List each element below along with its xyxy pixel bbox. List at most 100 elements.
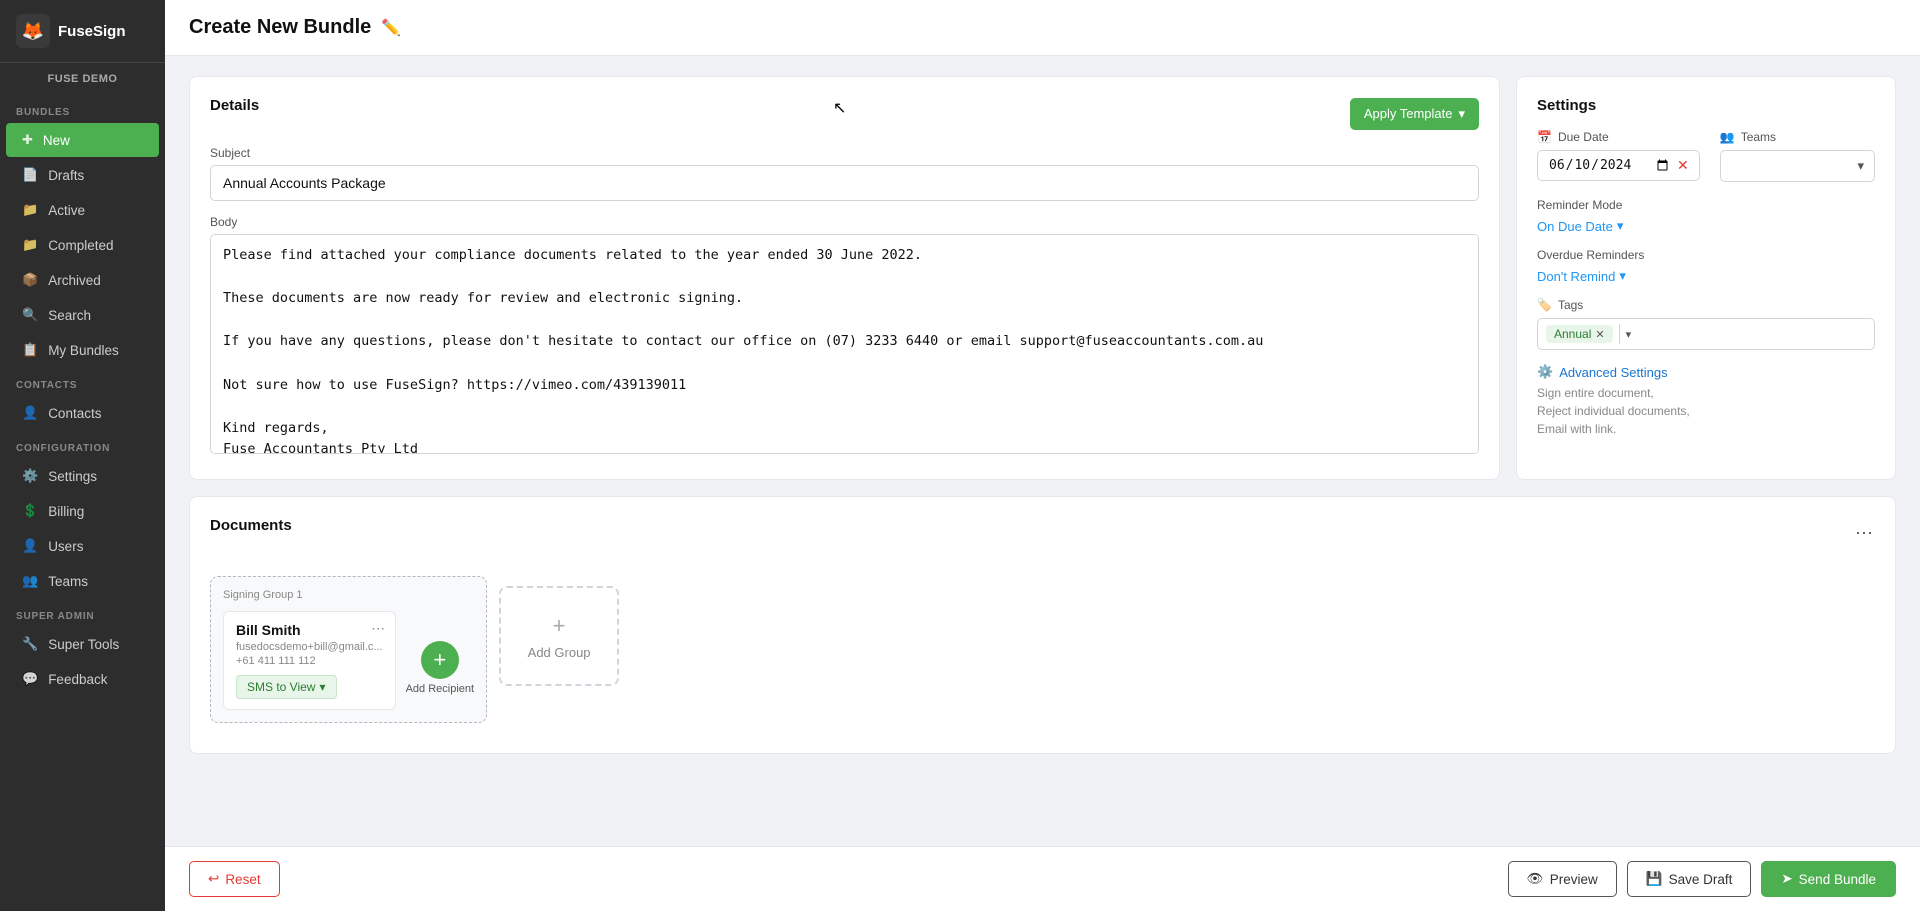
card-menu-button[interactable]: ⋯	[371, 620, 387, 637]
overdue-reminders-value: Don't Remind	[1537, 269, 1615, 284]
due-date-field: 📅 Due Date ✕	[1537, 130, 1700, 182]
body-label: Body	[210, 215, 1479, 229]
sidebar-label-teams: Teams	[48, 574, 88, 589]
overdue-reminders-field: Overdue Reminders Don't Remind ▾	[1537, 248, 1875, 284]
settings-row-1: 📅 Due Date ✕ 👥 Teams	[1537, 130, 1875, 182]
sidebar-item-contacts[interactable]: 👤Contacts	[6, 396, 159, 430]
sidebar-label-completed: Completed	[48, 238, 113, 253]
overdue-reminders-label: Overdue Reminders	[1537, 248, 1875, 262]
contact-phone: +61 411 111 112	[236, 655, 383, 667]
preview-button[interactable]: 👁 Preview	[1508, 861, 1617, 897]
body-textarea[interactable]	[210, 234, 1479, 454]
due-date-input-wrap[interactable]: ✕	[1537, 150, 1700, 181]
tag-chip-annual: Annual ✕	[1546, 325, 1613, 343]
teams-dropdown[interactable]: ▾	[1720, 150, 1875, 182]
reset-icon: ↩	[208, 871, 219, 887]
sidebar-icon-users: 👤	[22, 538, 38, 554]
due-date-input[interactable]	[1548, 157, 1671, 174]
sidebar-item-archived[interactable]: 📦Archived	[6, 263, 159, 297]
sidebar-label-my-bundles: My Bundles	[48, 343, 119, 358]
sidebar-item-active[interactable]: 📁 Active	[6, 193, 159, 227]
right-actions: 👁 Preview 💾 Save Draft ➤ Send Bundle	[1508, 861, 1896, 897]
details-header: Details Apply Template ▾	[210, 97, 1479, 130]
bottom-bar: ↩ Reset 👁 Preview 💾 Save Draft ➤ Send Bu…	[165, 846, 1920, 911]
details-title: Details	[210, 97, 259, 114]
reminder-mode-dropdown[interactable]: On Due Date ▾	[1537, 218, 1623, 234]
sidebar: 🦊 FuseSign FUSE DEMO BUNDLES✚New📄Drafts📁…	[0, 0, 165, 911]
save-icon: 💾	[1646, 871, 1663, 887]
sidebar-label-users: Users	[48, 539, 83, 554]
sidebar-section-label: CONTACTS	[0, 368, 165, 395]
reset-button[interactable]: ↩ Reset	[189, 861, 280, 897]
advanced-settings-label: Advanced Settings	[1559, 365, 1667, 380]
sidebar-label-active: Active	[48, 203, 85, 218]
sidebar-item-super-tools[interactable]: 🔧Super Tools	[6, 627, 159, 661]
tags-field: 🏷️ Tags Annual ✕ ▾	[1537, 298, 1875, 350]
subject-input[interactable]	[210, 165, 1479, 201]
tag-remove-button[interactable]: ✕	[1595, 328, 1604, 341]
sidebar-icon-active: 📁	[22, 202, 38, 218]
subject-label: Subject	[210, 146, 1479, 160]
advanced-settings-desc: Sign entire document,Reject individual d…	[1537, 384, 1875, 438]
sidebar-label-contacts: Contacts	[48, 406, 101, 421]
logo-icon: 🦊	[16, 14, 50, 48]
add-group-label: Add Group	[528, 645, 591, 660]
chevron-down-icon: ▾	[1617, 218, 1624, 234]
sidebar-item-my-bundles[interactable]: 📋My Bundles	[6, 333, 159, 367]
sms-to-view-button[interactable]: SMS to View ▾	[236, 675, 337, 699]
send-bundle-button[interactable]: ➤ Send Bundle	[1761, 861, 1896, 897]
chevron-down-icon: ▾	[1619, 268, 1626, 284]
tag-chip-label: Annual	[1554, 327, 1591, 341]
add-recipient-wrap: + Add Recipient	[406, 641, 475, 695]
sidebar-label-settings: Settings	[48, 469, 97, 484]
apply-template-button[interactable]: Apply Template ▾	[1350, 98, 1479, 130]
add-recipient-button[interactable]: +	[421, 641, 459, 679]
sidebar-item-drafts[interactable]: 📄Drafts	[6, 158, 159, 192]
sidebar-item-completed[interactable]: 📁 Completed	[6, 228, 159, 262]
sidebar-icon-settings: ⚙️	[22, 468, 38, 484]
signing-area: Signing Group 1 ⋯ Bill Smith fusedocsdem…	[210, 566, 1875, 733]
sidebar-item-search[interactable]: 🔍 Search	[6, 298, 159, 332]
settings-title: Settings	[1537, 97, 1875, 114]
sidebar-label-search: Search	[48, 308, 91, 323]
documents-title: Documents	[210, 517, 292, 534]
contact-card: ⋯ Bill Smith fusedocsdemo+bill@gmail.c..…	[223, 611, 396, 710]
overdue-reminders-dropdown[interactable]: Don't Remind ▾	[1537, 268, 1626, 284]
contact-name: Bill Smith	[236, 622, 383, 638]
sidebar-label-feedback: Feedback	[48, 672, 107, 687]
teams-label: 👥 Teams	[1720, 130, 1875, 144]
reminder-mode-label: Reminder Mode	[1537, 198, 1875, 212]
tags-label: 🏷️ Tags	[1537, 298, 1875, 312]
add-group-box[interactable]: + Add Group	[499, 586, 619, 686]
main-content: TH Create New Bundle ✏️ ↖ Details Apply …	[165, 0, 1920, 911]
apply-template-label: Apply Template	[1364, 106, 1453, 121]
sidebar-icon-feedback: 💬	[22, 671, 38, 687]
sidebar-item-feedback[interactable]: 💬 Feedback	[6, 662, 159, 696]
sidebar-item-settings[interactable]: ⚙️ Settings	[6, 459, 159, 493]
org-name: FUSE DEMO	[0, 63, 165, 95]
tags-input[interactable]: Annual ✕ ▾	[1537, 318, 1875, 350]
send-bundle-label: Send Bundle	[1799, 872, 1876, 887]
save-draft-button[interactable]: 💾 Save Draft	[1627, 861, 1752, 897]
more-options-button[interactable]: ⋯	[1855, 523, 1875, 544]
sidebar-logo[interactable]: 🦊 FuseSign	[0, 0, 165, 63]
sidebar-icon-archived: 📦	[22, 272, 38, 288]
calendar-icon: 📅	[1537, 130, 1552, 144]
advanced-settings-link[interactable]: ⚙️ Advanced Settings	[1537, 364, 1875, 380]
edit-icon[interactable]: ✏️	[381, 18, 401, 38]
sidebar-icon-completed: 📁	[22, 237, 38, 253]
sidebar-icon-search: 🔍	[22, 307, 38, 323]
sidebar-item-new[interactable]: ✚New	[6, 123, 159, 157]
sidebar-icon-drafts: 📄	[22, 167, 38, 183]
reset-label: Reset	[225, 872, 260, 887]
clear-date-button[interactable]: ✕	[1677, 157, 1689, 174]
tag-icon: 🏷️	[1537, 298, 1552, 312]
documents-header: Documents ⋯	[210, 517, 1875, 550]
sidebar-item-billing[interactable]: 💲Billing	[6, 494, 159, 528]
sidebar-item-users[interactable]: 👤 Users	[6, 529, 159, 563]
due-date-label: 📅 Due Date	[1537, 130, 1700, 144]
chevron-down-icon[interactable]: ▾	[1626, 328, 1632, 341]
add-group-icon: +	[553, 613, 566, 639]
sidebar-item-teams[interactable]: 👥Teams	[6, 564, 159, 598]
sidebar-label-billing: Billing	[48, 504, 84, 519]
